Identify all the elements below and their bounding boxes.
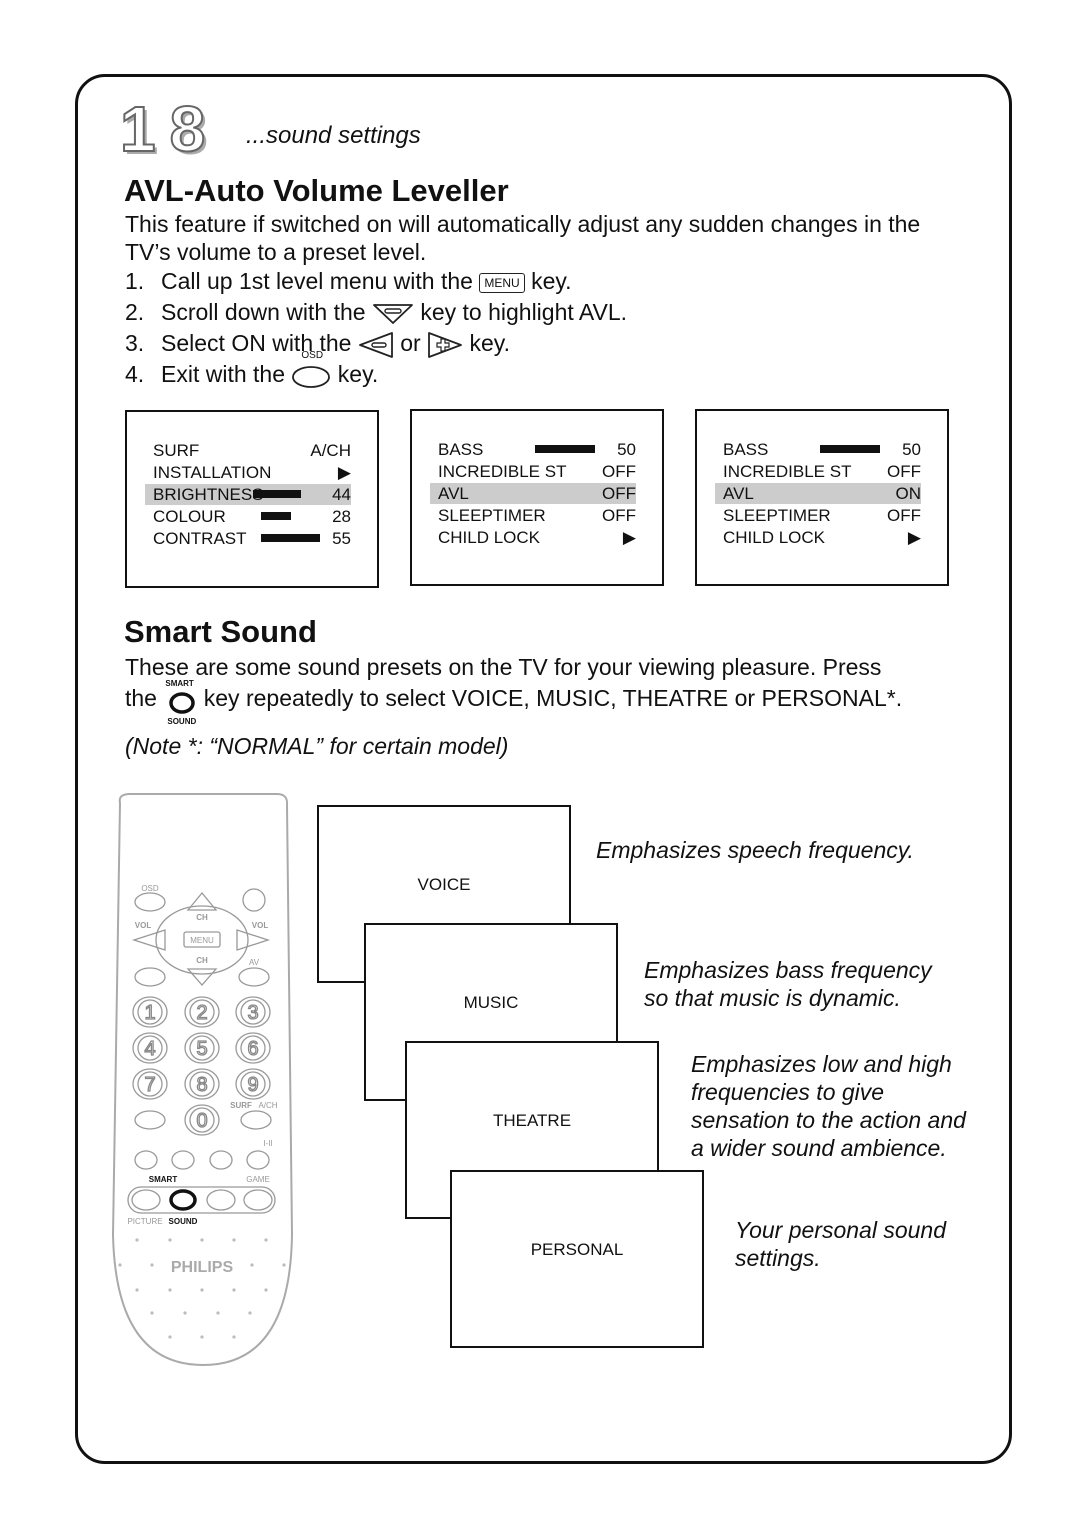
volume-up-button: [236, 929, 271, 951]
speaker-hole: [135, 1238, 139, 1242]
mute-button: [134, 967, 166, 987]
smart-picture-button: [131, 1189, 161, 1211]
preset-label: PERSONAL: [530, 1240, 624, 1259]
speaker-hole: [282, 1263, 286, 1267]
volume-down-button: [131, 929, 166, 951]
description-line: a wider sound ambience.: [691, 1135, 947, 1161]
smart-sound-button: [169, 1189, 197, 1211]
svg-text:VOL: VOL: [135, 921, 152, 930]
digit-label: 5: [196, 1038, 207, 1060]
description-line: so that music is dynamic.: [644, 985, 901, 1011]
surf-button: [240, 1110, 272, 1130]
description-line: settings.: [735, 1245, 821, 1271]
speaker-hole: [183, 1311, 187, 1315]
speaker-hole: [200, 1335, 204, 1339]
av-button: [238, 967, 270, 987]
svg-text:VOL: VOL: [252, 921, 269, 930]
svg-text:CH: CH: [196, 956, 208, 965]
philips-logo: PHILIPS: [171, 1259, 234, 1276]
digit-label: 7: [144, 1074, 155, 1096]
preset-description: Your personal sound settings.: [735, 1216, 946, 1272]
svg-text:SURF: SURF: [230, 1101, 252, 1110]
speaker-hole: [150, 1263, 154, 1267]
description-line: sensation to the action and: [691, 1107, 966, 1133]
speaker-hole: [150, 1311, 154, 1315]
svg-text:OSD: OSD: [141, 884, 159, 893]
digit-label: 8: [196, 1074, 207, 1096]
svg-text:PICTURE: PICTURE: [127, 1217, 162, 1226]
digit-label: 0: [196, 1110, 207, 1132]
speaker-hole: [135, 1288, 139, 1292]
digit-label: 1: [144, 1002, 155, 1024]
description-line: frequencies to give: [691, 1079, 885, 1105]
speaker-hole: [118, 1263, 122, 1267]
svg-text:SMART: SMART: [149, 1175, 178, 1184]
svg-text:CH: CH: [196, 913, 208, 922]
speaker-hole: [216, 1311, 220, 1315]
digit-label: 4: [144, 1038, 155, 1060]
svg-text:SOUND: SOUND: [169, 1217, 198, 1226]
digit-label: 6: [247, 1038, 258, 1060]
svg-text:A/CH: A/CH: [258, 1101, 277, 1110]
preset-description: Emphasizes bass frequency so that music i…: [644, 956, 932, 1012]
svg-text:MENU: MENU: [190, 936, 214, 945]
speaker-hole: [168, 1335, 172, 1339]
description-line: Your personal sound: [735, 1217, 946, 1243]
speaker-hole: [232, 1335, 236, 1339]
speaker-hole: [248, 1311, 252, 1315]
svg-text:AV: AV: [249, 958, 260, 967]
power-button: [242, 888, 266, 912]
digit-label: 9: [247, 1074, 258, 1096]
speaker-hole: [264, 1288, 268, 1292]
description-line: Emphasizes low and high: [691, 1051, 952, 1077]
speaker-hole: [264, 1238, 268, 1242]
preset-screen-personal: PERSONAL: [450, 1170, 704, 1348]
speaker-hole: [200, 1238, 204, 1242]
channel-down-button: [186, 968, 218, 986]
digit-label: 2: [196, 1002, 207, 1024]
preset-label: MUSIC: [463, 993, 519, 1012]
speaker-hole: [168, 1288, 172, 1292]
svg-text:I-II: I-II: [263, 1139, 272, 1148]
description-line: Emphasizes bass frequency: [644, 957, 932, 983]
speaker-hole: [200, 1288, 204, 1292]
speaker-hole: [232, 1288, 236, 1292]
speaker-hole: [250, 1263, 254, 1267]
game-button: [243, 1189, 273, 1211]
preset-description: Emphasizes speech frequency.: [596, 836, 914, 864]
preset-label: VOICE: [417, 875, 471, 894]
speaker-hole: [168, 1238, 172, 1242]
osd-button: [134, 892, 166, 912]
digit-label: 3: [247, 1002, 258, 1024]
preset-description: Emphasizes low and high frequencies to gi…: [691, 1050, 966, 1162]
channel-up-button: [186, 891, 218, 911]
description-line: Emphasizes speech frequency.: [596, 837, 914, 863]
speaker-hole: [232, 1238, 236, 1242]
preset-label: THEATRE: [492, 1111, 572, 1130]
svg-text:GAME: GAME: [246, 1175, 270, 1184]
